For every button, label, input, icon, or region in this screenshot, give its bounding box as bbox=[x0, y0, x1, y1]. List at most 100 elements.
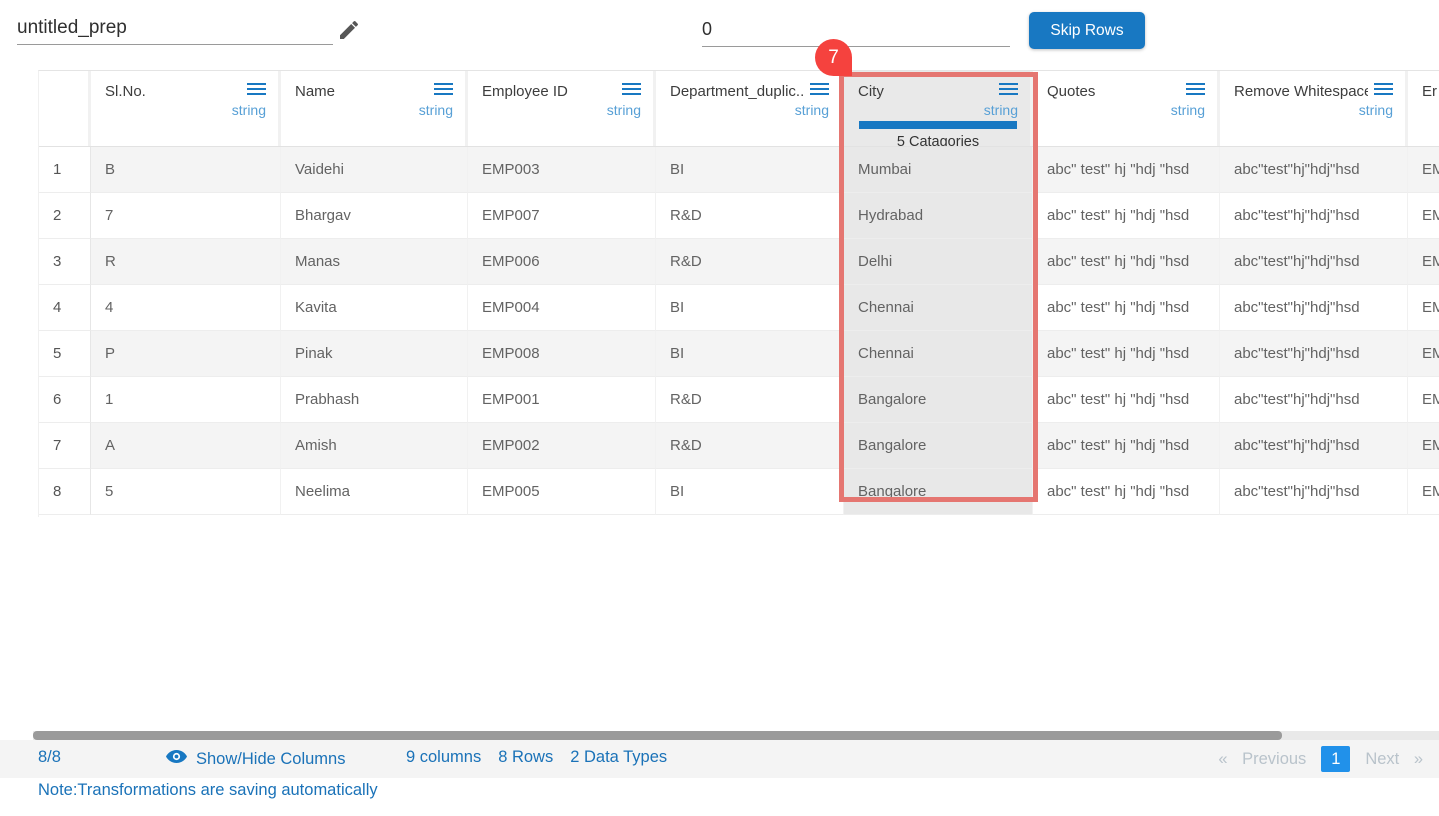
table-cell: Hydrabad bbox=[844, 193, 1033, 239]
table-cell: R&D bbox=[656, 239, 844, 285]
table-cell: EM bbox=[1408, 285, 1439, 331]
column-label: Name bbox=[295, 83, 335, 100]
table-stats: 9 columns 8 Rows 2 Data Types bbox=[406, 748, 667, 767]
table-cell: abc"test"hj"hdj"hsd bbox=[1220, 285, 1408, 331]
row-number: 2 bbox=[39, 193, 91, 239]
table-row: 1BVaidehiEMP003BIMumbaiabc" test" hj "hd… bbox=[39, 147, 1439, 193]
table-cell: EMP006 bbox=[468, 239, 656, 285]
data-table: Sl.No.stringNamestringEmployee IDstringD… bbox=[38, 70, 1439, 517]
annotation-badge: 7 bbox=[815, 39, 852, 76]
table-cell: Bangalore bbox=[844, 469, 1033, 515]
table-row: 27BhargavEMP007R&DHydrabadabc" test" hj … bbox=[39, 193, 1439, 239]
table-cell: Chennai bbox=[844, 331, 1033, 377]
categories-count-label: 5 Catagories bbox=[858, 134, 1018, 146]
column-menu-icon[interactable] bbox=[247, 82, 266, 101]
horizontal-scrollbar-thumb[interactable] bbox=[33, 731, 1282, 740]
table-cell: abc" test" hj "hdj "hsd bbox=[1033, 469, 1220, 515]
row-number-column-header bbox=[39, 71, 91, 146]
table-cell: BI bbox=[656, 285, 844, 331]
current-page-button[interactable]: 1 bbox=[1321, 746, 1350, 772]
rows-shown-count: 8/8 bbox=[38, 748, 61, 767]
data-prep-screen: Skip Rows Sl.No.stringNamestringEmployee… bbox=[0, 0, 1439, 816]
table-cell: abc" test" hj "hdj "hsd bbox=[1033, 239, 1220, 285]
table-cell: EM bbox=[1408, 377, 1439, 423]
row-number: 3 bbox=[39, 239, 91, 285]
column-menu-icon[interactable] bbox=[1186, 82, 1205, 101]
table-cell: abc" test" hj "hdj "hsd bbox=[1033, 331, 1220, 377]
column-type-label: string bbox=[858, 102, 1018, 118]
next-page-button[interactable]: Next » bbox=[1365, 750, 1423, 769]
table-cell: abc" test" hj "hdj "hsd bbox=[1033, 193, 1220, 239]
table-cell: EMP003 bbox=[468, 147, 656, 193]
table-cell: EMP004 bbox=[468, 285, 656, 331]
edit-pencil-icon[interactable] bbox=[337, 18, 361, 42]
table-cell: EMP001 bbox=[468, 377, 656, 423]
table-row: 3RManasEMP006R&DDelhiabc" test" hj "hdj … bbox=[39, 239, 1439, 285]
column-menu-icon[interactable] bbox=[999, 82, 1018, 101]
column-menu-icon[interactable] bbox=[622, 82, 641, 101]
show-hide-columns-button[interactable]: Show/Hide Columns bbox=[165, 748, 345, 770]
column-header-department-duplic[interactable]: Department_duplic...string bbox=[656, 71, 844, 146]
column-type-label: string bbox=[105, 102, 266, 118]
column-label: Department_duplic... bbox=[670, 83, 804, 100]
row-number: 4 bbox=[39, 285, 91, 331]
pagination: « Previous 1 Next » bbox=[1218, 746, 1423, 772]
column-type-label: string bbox=[482, 102, 641, 118]
rows-count-stat: 8 Rows bbox=[498, 748, 553, 767]
prep-name-input[interactable] bbox=[17, 12, 333, 45]
table-cell: Vaidehi bbox=[281, 147, 468, 193]
table-cell: abc"test"hj"hdj"hsd bbox=[1220, 423, 1408, 469]
table-cell: abc" test" hj "hdj "hsd bbox=[1033, 377, 1220, 423]
column-label: Sl.No. bbox=[105, 83, 146, 100]
column-header-remove-whitespace[interactable]: Remove Whitespace string bbox=[1220, 71, 1408, 146]
horizontal-scrollbar-track[interactable] bbox=[33, 731, 1439, 740]
column-type-label: string bbox=[670, 102, 829, 118]
table-row: 7AAmishEMP002R&DBangaloreabc" test" hj "… bbox=[39, 423, 1439, 469]
column-type-label: string bbox=[1234, 102, 1393, 118]
categories-progress-bar bbox=[859, 121, 1017, 129]
column-header-employee-id[interactable]: Employee IDstring bbox=[468, 71, 656, 146]
table-cell: Bhargav bbox=[281, 193, 468, 239]
table-row: 61PrabhashEMP001R&DBangaloreabc" test" h… bbox=[39, 377, 1439, 423]
column-header-name[interactable]: Name string bbox=[281, 71, 468, 146]
column-menu-icon[interactable] bbox=[1374, 82, 1393, 101]
table-cell: R&D bbox=[656, 423, 844, 469]
column-menu-icon[interactable] bbox=[434, 82, 453, 101]
table-cell: abc"test"hj"hdj"hsd bbox=[1220, 147, 1408, 193]
column-type-label: string bbox=[295, 102, 453, 118]
show-hide-columns-label: Show/Hide Columns bbox=[196, 750, 345, 769]
table-cell: A bbox=[91, 423, 281, 469]
table-cell: Bangalore bbox=[844, 423, 1033, 469]
row-number: 5 bbox=[39, 331, 91, 377]
skip-rows-button[interactable]: Skip Rows bbox=[1029, 12, 1145, 49]
annotation-badge-number: 7 bbox=[828, 47, 839, 69]
table-cell: EM bbox=[1408, 147, 1439, 193]
table-cell: 5 bbox=[91, 469, 281, 515]
table-cell: Pinak bbox=[281, 331, 468, 377]
column-label: City bbox=[858, 83, 884, 100]
autosave-note: Note:Transformations are saving automati… bbox=[38, 781, 378, 800]
previous-page-button[interactable]: « Previous bbox=[1218, 750, 1306, 769]
column-header-quotes[interactable]: Quotesstring bbox=[1033, 71, 1220, 146]
column-menu-icon[interactable] bbox=[810, 82, 829, 101]
column-header-city[interactable]: City string 5 Catagories bbox=[844, 71, 1033, 146]
table-cell: abc" test" hj "hdj "hsd bbox=[1033, 147, 1220, 193]
data-types-stat: 2 Data Types bbox=[570, 748, 667, 767]
skip-rows-input[interactable] bbox=[702, 13, 1010, 47]
column-label: Remove Whitespace bbox=[1234, 83, 1368, 100]
table-cell: Neelima bbox=[281, 469, 468, 515]
table-body: 1BVaidehiEMP003BIMumbaiabc" test" hj "hd… bbox=[39, 147, 1439, 515]
column-header-er[interactable]: Er bbox=[1408, 71, 1439, 146]
table-cell: P bbox=[91, 331, 281, 377]
table-cell: EM bbox=[1408, 193, 1439, 239]
table-header-row: Sl.No.stringNamestringEmployee IDstringD… bbox=[39, 71, 1439, 147]
columns-count-stat: 9 columns bbox=[406, 748, 481, 767]
column-header-sl-no[interactable]: Sl.No. string bbox=[91, 71, 281, 146]
row-number: 7 bbox=[39, 423, 91, 469]
table-cell: Prabhash bbox=[281, 377, 468, 423]
column-label: Quotes bbox=[1047, 83, 1095, 100]
table-cell: Bangalore bbox=[844, 377, 1033, 423]
table-cell: R&D bbox=[656, 193, 844, 239]
table-cell: 4 bbox=[91, 285, 281, 331]
table-row: 85NeelimaEMP005BIBangaloreabc" test" hj … bbox=[39, 469, 1439, 515]
